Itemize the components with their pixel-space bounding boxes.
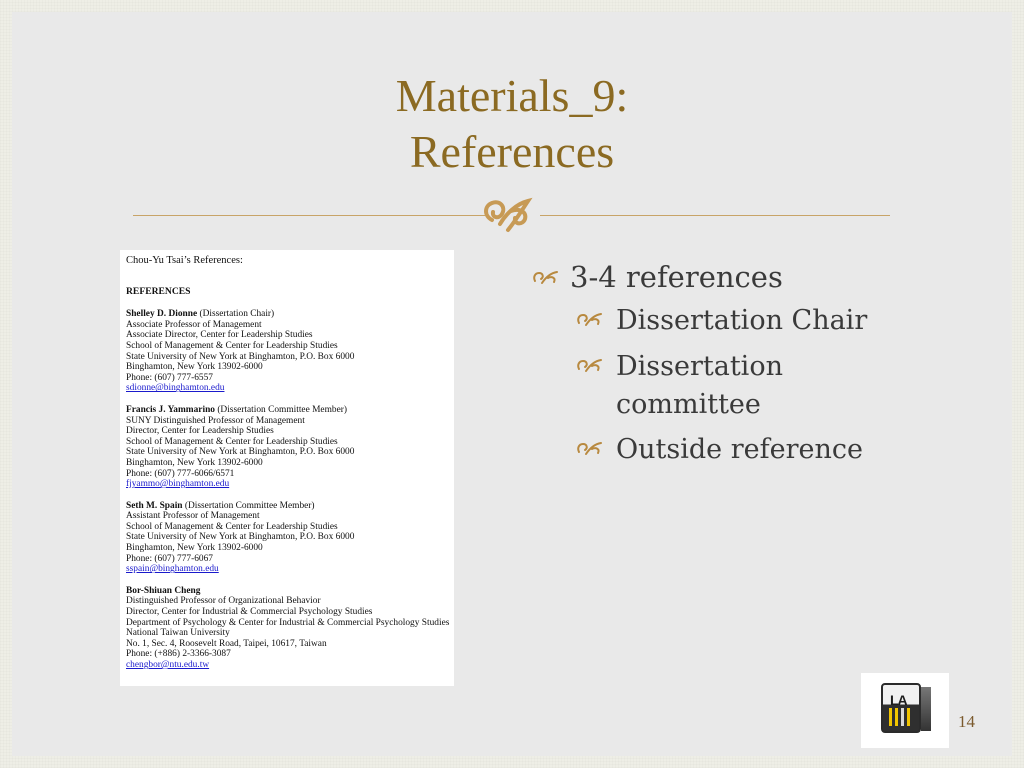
sub-bullet-text: Dissertation Chair bbox=[616, 305, 868, 336]
document-heading: Chou-Yu Tsai’s References: bbox=[126, 255, 243, 266]
bullet-text: 3-4 references bbox=[570, 260, 783, 294]
person-line: Department of Psychology & Center for In… bbox=[126, 617, 450, 628]
sub-bullet-item: Outside reference bbox=[576, 431, 912, 470]
reference-person: Bor-Shiuan Cheng Distinguished Professor… bbox=[126, 585, 450, 671]
curl-bullet-icon bbox=[576, 349, 616, 387]
person-line: Associate Director, Center for Leadershi… bbox=[126, 330, 313, 341]
person-email-link[interactable]: sspain@binghamton.edu bbox=[126, 564, 448, 575]
person-role-note: (Dissertation Committee Member) bbox=[184, 500, 315, 511]
slide-title: Materials_9: References bbox=[0, 68, 1024, 180]
person-line: Phone: (+886) 2-3366-3087 bbox=[126, 649, 231, 660]
person-line: Assistant Professor of Management bbox=[126, 511, 260, 522]
person-email-link[interactable]: sdionne@binghamton.edu bbox=[126, 383, 448, 394]
person-name: Seth M. Spain bbox=[126, 500, 183, 511]
bullet-list: 3-4 references Dissertation Chair Disser… bbox=[532, 256, 912, 470]
sub-bullet-item: Dissertation Chair bbox=[576, 302, 912, 341]
person-line: Phone: (607) 777-6066/6571 bbox=[126, 468, 235, 479]
person-line: Associate Professor of Management bbox=[126, 319, 262, 330]
logo-building bbox=[921, 687, 931, 731]
curl-bullet-icon bbox=[576, 432, 616, 470]
person-line: Director, Center for Industrial & Commer… bbox=[126, 607, 373, 618]
person-line: Binghamton, New York 13902-6000 bbox=[126, 362, 263, 373]
slide-title-line-1: Materials_9: bbox=[395, 70, 629, 121]
person-line: School of Management & Center for Leader… bbox=[126, 521, 338, 532]
person-role-note: (Dissertation Committee Member) bbox=[217, 404, 347, 415]
fleuron-icon bbox=[478, 190, 548, 240]
sub-bullet-text: Outside reference bbox=[616, 434, 863, 465]
person-name: Shelley D. Dionne bbox=[126, 309, 198, 320]
logo-text: LA bbox=[890, 692, 908, 708]
person-line: Phone: (607) 777-6557 bbox=[126, 372, 213, 383]
references-title: REFERENCES bbox=[126, 285, 191, 297]
person-email-link[interactable]: chengbor@ntu.edu.tw bbox=[126, 660, 448, 671]
person-line: School of Management & Center for Leader… bbox=[126, 436, 338, 447]
person-line: Binghamton, New York 13902-6000 bbox=[126, 543, 263, 554]
curl-bullet-icon bbox=[532, 260, 570, 302]
person-line: Phone: (607) 777-6067 bbox=[126, 553, 213, 564]
person-email-link[interactable]: fjyammo@binghamton.edu bbox=[126, 479, 448, 490]
person-line: State University of New York at Binghamt… bbox=[126, 351, 355, 362]
reference-person: Shelley D. Dionne (Dissertation Chair) A… bbox=[126, 309, 448, 394]
person-name: Bor-Shiuan Cheng bbox=[126, 585, 201, 596]
slide: Materials_9: References Chou-Yu Tsai’s R… bbox=[0, 0, 1024, 768]
slide-title-line-2: References bbox=[409, 126, 615, 177]
person-line: School of Management & Center for Leader… bbox=[126, 340, 338, 351]
reference-person: Seth M. Spain (Dissertation Committee Me… bbox=[126, 501, 448, 575]
sub-bullet-text: Dissertation committee bbox=[616, 351, 783, 420]
bullet-item: 3-4 references bbox=[532, 256, 912, 302]
person-line: Distinguished Professor of Organizationa… bbox=[126, 596, 321, 607]
logo-badge: LA bbox=[881, 683, 921, 733]
title-rule-right bbox=[540, 215, 890, 216]
la-logo: LA bbox=[861, 673, 949, 748]
person-line: SUNY Distinguished Professor of Manageme… bbox=[126, 415, 305, 426]
person-name: Francis J. Yammarino bbox=[126, 404, 215, 415]
reference-document-image: Chou-Yu Tsai’s References: REFERENCES Sh… bbox=[120, 250, 454, 686]
person-line: No. 1, Sec. 4, Roosevelt Road, Taipei, 1… bbox=[126, 638, 327, 649]
logo-skyline bbox=[889, 708, 913, 726]
title-rule-left bbox=[133, 215, 485, 216]
person-line: State University of New York at Binghamt… bbox=[126, 447, 355, 458]
person-line: Binghamton, New York 13902-6000 bbox=[126, 457, 263, 468]
person-line: National Taiwan University bbox=[126, 628, 230, 639]
person-role-note: (Dissertation Chair) bbox=[199, 309, 275, 320]
page-number: 14 bbox=[958, 712, 975, 731]
sub-bullet-item: Dissertation committee bbox=[576, 348, 912, 424]
reference-person: Francis J. Yammarino (Dissertation Commi… bbox=[126, 405, 448, 490]
person-line: Director, Center for Leadership Studies bbox=[126, 426, 274, 437]
person-line: State University of New York at Binghamt… bbox=[126, 532, 355, 543]
curl-bullet-icon bbox=[576, 303, 616, 341]
